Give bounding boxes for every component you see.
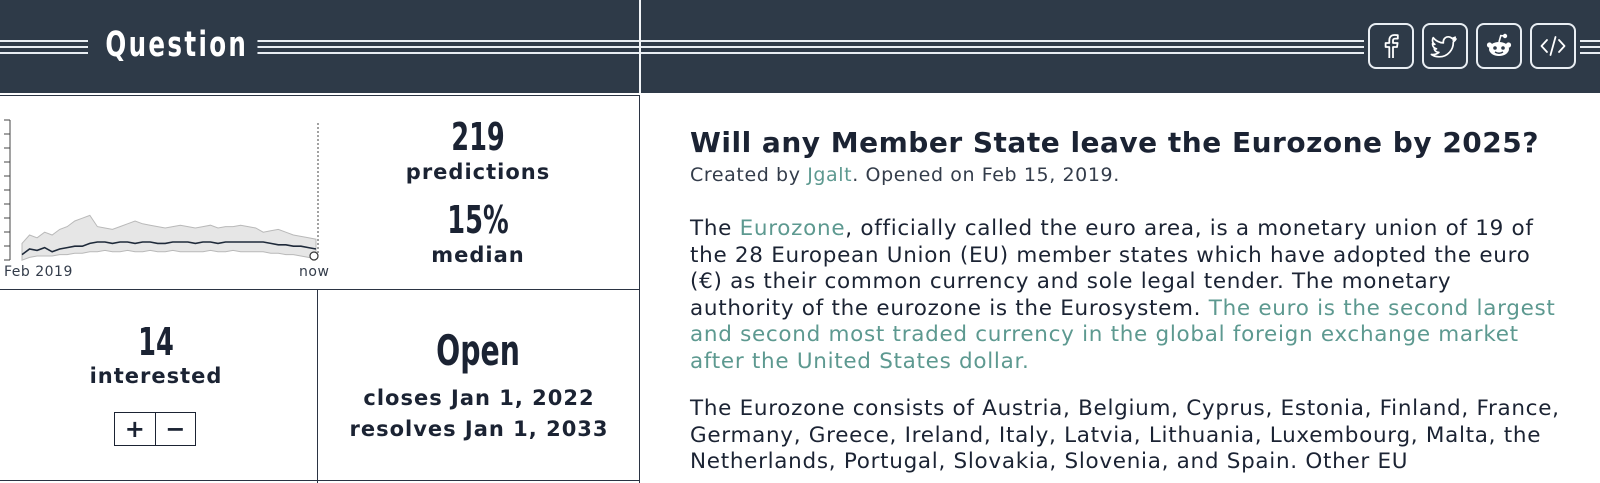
- current-value-marker: [309, 251, 319, 261]
- embed-button[interactable]: [1530, 23, 1576, 69]
- question-meta: Created by Jgalt. Opened on Feb 15, 2019…: [690, 164, 1570, 186]
- median-label: median: [431, 243, 525, 267]
- prediction-history-chart[interactable]: [0, 118, 330, 288]
- created-by-prefix: Created by: [690, 164, 808, 186]
- question-status: Open: [436, 326, 520, 375]
- resolves-date: resolves Jan 1, 2033: [349, 417, 609, 441]
- y-axis-ticks: [4, 119, 11, 261]
- page-header: Question: [0, 0, 1600, 93]
- predictions-label: predictions: [405, 160, 551, 184]
- question-title: Will any Member State leave the Eurozone…: [690, 126, 1539, 159]
- twitter-share-button[interactable]: [1422, 23, 1468, 69]
- author-link[interactable]: Jgalt: [807, 164, 852, 186]
- question-header: Will any Member State leave the Eurozone…: [690, 124, 1570, 186]
- opened-date: . Opened on Feb 15, 2019.: [852, 164, 1120, 186]
- embed-icon: [1540, 36, 1566, 56]
- interested-label: interested: [89, 364, 223, 388]
- chart-start-label: Feb 2019: [4, 264, 73, 280]
- stats-divider: [0, 480, 640, 481]
- add-interest-button[interactable]: +: [115, 413, 156, 445]
- reddit-share-button[interactable]: [1476, 23, 1522, 69]
- question-description-paragraph: The Eurozone, officially called the euro…: [690, 216, 1560, 376]
- question-description-paragraph: The Eurozone consists of Austria, Belgiu…: [690, 396, 1560, 475]
- closes-date: closes Jan 1, 2022: [363, 386, 595, 410]
- interested-count: 14: [138, 320, 174, 364]
- median-value: 15%: [447, 198, 509, 242]
- header-divider: [639, 0, 641, 93]
- paragraph-text: The: [690, 216, 740, 241]
- facebook-share-button[interactable]: [1368, 23, 1414, 69]
- reddit-icon: [1486, 33, 1512, 56]
- interest-toggle: + −: [114, 412, 196, 446]
- predictions-count: 219: [451, 115, 505, 159]
- chart-end-label: now: [299, 264, 330, 280]
- stats-divider: [0, 289, 640, 290]
- eurozone-link[interactable]: Eurozone: [740, 216, 846, 241]
- remove-interest-button[interactable]: −: [156, 413, 196, 445]
- twitter-icon: [1430, 35, 1457, 58]
- confidence-band: [21, 214, 317, 261]
- section-title: Question: [96, 20, 258, 70]
- facebook-icon: [1384, 34, 1399, 58]
